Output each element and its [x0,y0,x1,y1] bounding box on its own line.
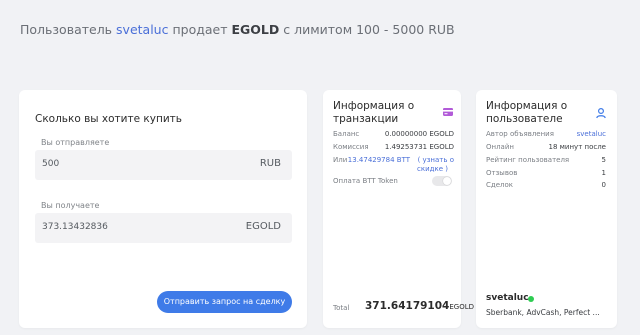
online-label: Онлайн [486,143,514,151]
fee-row: Комиссия 1.49253731 EGOLD [333,143,454,154]
send-amount-value[interactable]: 500 [42,159,59,169]
discount-link-line2[interactable]: скидке ) [417,165,448,173]
total-label: Total [333,304,350,312]
transaction-title: Информация о транзакции [333,100,414,125]
balance-row: Баланс 0.00000000 EGOLD [333,130,454,141]
user-info-title-line1: Информация о [486,100,568,112]
discount-link[interactable]: ( узнать о [418,156,454,164]
send-label: Вы отправляете [41,138,110,147]
seller-username-link[interactable]: svetaluc [116,22,168,37]
send-amount-field[interactable]: 500 RUB [35,150,292,180]
reviews-label: Отзывов [486,169,518,177]
user-info-title-line2: пользователе [486,112,563,125]
title-middle: продает [172,22,228,37]
page-title: Пользователь svetaluc продает EGOLD с ли… [20,22,455,37]
author-row: Автор объявления svetaluc [486,130,606,141]
user-icon [596,107,606,119]
or-label: Или [333,156,348,164]
total-value: 371.64179104EGOLD [365,300,474,312]
reviews-value: 1 [601,169,606,177]
receive-amount-field[interactable]: 373.13432836 EGOLD [35,213,292,243]
title-asset: EGOLD [231,22,280,37]
online-row: Онлайн 18 минут после [486,143,606,154]
receive-currency: EGOLD [245,221,281,232]
buy-card: Сколько вы хотите купить Вы отправляете … [19,90,307,328]
rating-row: Рейтинг пользователя 5 [486,156,606,167]
total-currency: EGOLD [449,303,475,311]
rating-value: 5 [601,156,606,164]
send-deal-request-button[interactable]: Отправить запрос на сделку [157,291,292,313]
payment-methods: Sberbank, AdvCash, Perfect ... [486,308,600,317]
user-info-title: Информация о пользователе [486,100,567,125]
online-status-dot [528,296,534,302]
balance-value: 0.00000000 EGOLD [384,130,454,138]
deals-label: Сделок [486,181,514,189]
toggle-knob [443,177,451,185]
receive-label: Вы получаете [41,201,100,210]
rating-label: Рейтинг пользователя [486,156,570,164]
card-icon [443,108,453,116]
transaction-card: Информация о транзакции Баланс 0.0000000… [323,90,474,328]
user-info-card: Информация о пользователе Автор объявлен… [476,90,617,328]
title-prefix: Пользователь [20,22,113,37]
title-limit: с лимитом 100 - 5000 RUB [283,22,455,37]
reviews-row: Отзывов 1 [486,169,606,180]
balance-label: Баланс [333,130,360,138]
online-value: 18 минут после [548,143,606,151]
send-currency: RUB [259,158,281,169]
transaction-title-line1: Информация о [333,100,415,112]
author-link[interactable]: svetaluc [577,130,606,138]
buy-title: Сколько вы хотите купить [35,113,182,125]
fee-value: 1.49253731 EGOLD [384,143,454,151]
deals-row: Сделок 0 [486,181,606,192]
fee-label: Комиссия [333,143,369,151]
btt-pay-label: Оплата BTT Token [333,177,398,185]
receive-amount-value[interactable]: 373.13432836 [42,222,108,232]
author-label: Автор объявления [486,130,554,138]
btt-pay-toggle[interactable] [432,176,452,186]
btt-fee-value: 13.47429784 BTT [347,156,410,164]
seller-username[interactable]: svetaluc [486,293,529,303]
deals-value: 0 [601,181,606,189]
transaction-title-line2: транзакции [333,112,399,125]
total-amount: 371.64179104 [365,300,450,312]
btt-fee-row: Или 13.47429784 BTT ( узнать о скидке ) [333,156,454,176]
